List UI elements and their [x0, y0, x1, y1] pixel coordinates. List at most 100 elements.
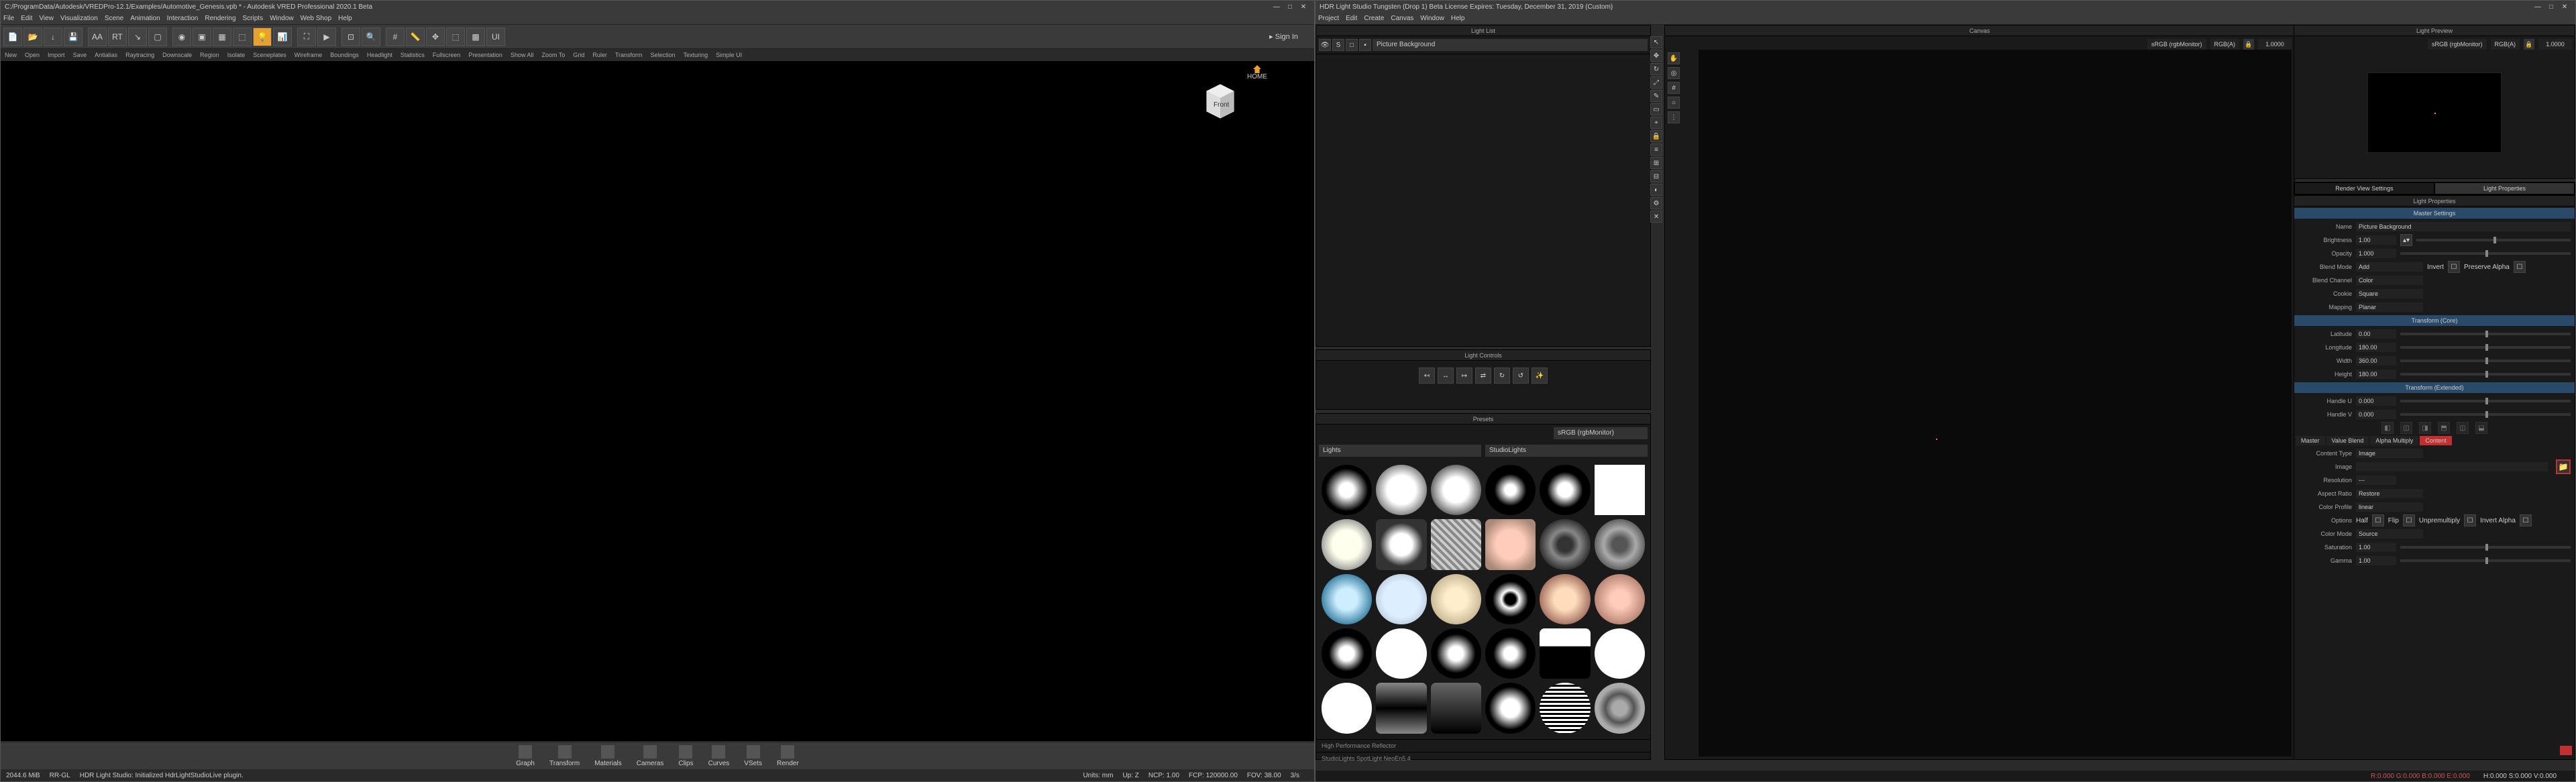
name-field[interactable]: Picture Background [2356, 222, 2571, 231]
preset-item[interactable] [1431, 465, 1481, 515]
lock-icon[interactable]: 🔒 [2524, 39, 2534, 50]
lock-icon[interactable]: 🔒 [2243, 39, 2254, 50]
width-slider[interactable] [2400, 359, 2571, 362]
preset-item[interactable] [1322, 628, 1372, 679]
handleu-slider[interactable] [2400, 400, 2571, 402]
cookie-dropdown[interactable]: Square [2356, 289, 2423, 298]
tool-bounds-icon[interactable]: ⬚ [233, 27, 252, 46]
preset-item[interactable] [1595, 519, 1645, 569]
lbl-ui[interactable]: Simple UI [716, 49, 742, 61]
btn-graph[interactable]: Graph [511, 744, 540, 769]
section-transform-core[interactable]: Transform (Core) [2294, 315, 2575, 326]
tool-open-icon[interactable]: 📂 [23, 27, 42, 46]
lock-icon[interactable]: 🔒 [1650, 130, 1662, 142]
half-checkbox[interactable]: ☐ [2372, 514, 2384, 526]
gamma-field[interactable]: 1.00 [2356, 556, 2396, 565]
tool-tex-icon[interactable]: ▩ [466, 27, 485, 46]
image-path-field[interactable] [2356, 462, 2548, 471]
align-icon[interactable]: ◫ [2457, 422, 2469, 434]
presets-cat1[interactable]: Lights [1319, 445, 1481, 457]
lbl-xform[interactable]: Transform [615, 49, 643, 61]
snap-right-icon[interactable]: ↦ [1456, 368, 1472, 384]
preset-item[interactable] [1376, 574, 1426, 624]
preset-item[interactable] [1322, 683, 1372, 733]
presets-colorspace[interactable]: sRGB (rgbMonitor) [1554, 427, 1648, 439]
sat-slider[interactable] [2400, 546, 2571, 549]
hand-icon[interactable]: ✋ [1668, 52, 1680, 64]
solo-icon[interactable]: S [1332, 39, 1344, 51]
snap-center-icon[interactable]: ↔ [1438, 368, 1454, 384]
snap-left-icon[interactable]: ↤ [1419, 368, 1435, 384]
preset-item[interactable] [1485, 574, 1536, 624]
opt3-icon[interactable]: ⊟ [1650, 170, 1662, 182]
menu-webshop[interactable]: Web Shop [301, 13, 332, 24]
menu-scripts[interactable]: Scripts [243, 13, 264, 24]
section-transform-ext[interactable]: Transform (Extended) [2294, 382, 2575, 393]
lbl-headlight[interactable]: Headlight [367, 49, 392, 61]
preset-item[interactable] [1595, 574, 1645, 624]
menu-animation[interactable]: Animation [130, 13, 160, 24]
tab-alphamult[interactable]: Alpha Multiply [2370, 436, 2418, 445]
invertalpha-checkbox[interactable]: ☐ [2520, 514, 2532, 526]
preset-item[interactable] [1540, 628, 1590, 679]
presets-cat2[interactable]: StudioLights [1485, 445, 1648, 457]
close-icon[interactable]: ✕ [2558, 2, 2571, 11]
height-slider[interactable] [2400, 373, 2571, 376]
menu-visualization[interactable]: Visualization [60, 13, 98, 24]
lbl-new[interactable]: New [5, 49, 17, 61]
menu-rendering[interactable]: Rendering [205, 13, 235, 24]
tool-grid-icon[interactable]: # [386, 27, 405, 46]
preset-item[interactable] [1376, 465, 1426, 515]
canvas-area[interactable] [1699, 50, 2292, 757]
minimize-icon[interactable]: — [2531, 2, 2544, 11]
btn-curves[interactable]: Curves [703, 744, 735, 769]
preset-item[interactable] [1322, 465, 1372, 515]
rotate-ccw-icon[interactable]: ↺ [1513, 368, 1529, 384]
btn-clips[interactable]: Clips [673, 744, 698, 769]
preview-format[interactable]: RGB(A) [2491, 39, 2520, 50]
lbl-select[interactable]: Selection [651, 49, 676, 61]
menu-project[interactable]: Project [1318, 13, 1339, 24]
preset-item[interactable] [1431, 628, 1481, 679]
lbl-tex[interactable]: Texturing [684, 49, 708, 61]
lbl-aa[interactable]: Antialias [95, 49, 117, 61]
btn-cameras[interactable]: Cameras [631, 744, 669, 769]
move-icon[interactable]: ✥ [1650, 50, 1662, 62]
lbl-import[interactable]: Import [48, 49, 65, 61]
gamma-slider[interactable] [2400, 559, 2571, 562]
aim-icon[interactable]: ◎ [1668, 67, 1680, 79]
rotate-cw-icon[interactable]: ↻ [1494, 368, 1510, 384]
rect-icon[interactable]: ▭ [1650, 103, 1662, 115]
preset-item[interactable] [1431, 519, 1481, 569]
preset-item[interactable] [1485, 519, 1536, 569]
latitude-field[interactable]: 0.00 [2356, 329, 2396, 339]
lbl-scene[interactable]: Sceneplates [253, 49, 286, 61]
menu-edit[interactable]: Edit [21, 13, 32, 24]
ar-button[interactable]: Restore [2356, 489, 2423, 498]
tool-region-icon[interactable]: ▢ [148, 27, 167, 46]
preset-item[interactable] [1540, 683, 1590, 733]
close-panel-icon[interactable]: ✕ [1650, 211, 1662, 223]
tool-rt-icon[interactable]: RT [108, 27, 127, 46]
lbl-grid[interactable]: Grid [573, 49, 584, 61]
tool-ruler-icon[interactable]: 📏 [406, 27, 425, 46]
wand-icon[interactable]: ✨ [1532, 368, 1548, 384]
flip-checkbox[interactable]: ☐ [2403, 514, 2415, 526]
preview-area[interactable] [2367, 72, 2502, 153]
align-icon[interactable]: ◧ [2381, 422, 2394, 434]
slot-icon[interactable]: □ [1346, 39, 1358, 51]
preset-item[interactable] [1322, 574, 1372, 624]
btn-transform[interactable]: Transform [544, 744, 585, 769]
gear-icon[interactable]: ⚙ [1650, 197, 1662, 209]
tool-xform-icon[interactable]: ✥ [426, 27, 445, 46]
tab-content[interactable]: Content [2420, 436, 2452, 445]
btn-render[interactable]: Render [771, 744, 804, 769]
menu-create[interactable]: Create [1364, 13, 1384, 24]
preset-item[interactable] [1376, 683, 1426, 733]
eye-icon[interactable]: 👁 [1319, 39, 1331, 51]
tool-showall-icon[interactable]: ⊡ [341, 27, 360, 46]
lbl-bounds[interactable]: Boundings [330, 49, 359, 61]
menu-canvas[interactable]: Canvas [1391, 13, 1413, 24]
canvas-format[interactable]: RGB(A) [2210, 39, 2240, 50]
preset-item[interactable] [1540, 519, 1590, 569]
